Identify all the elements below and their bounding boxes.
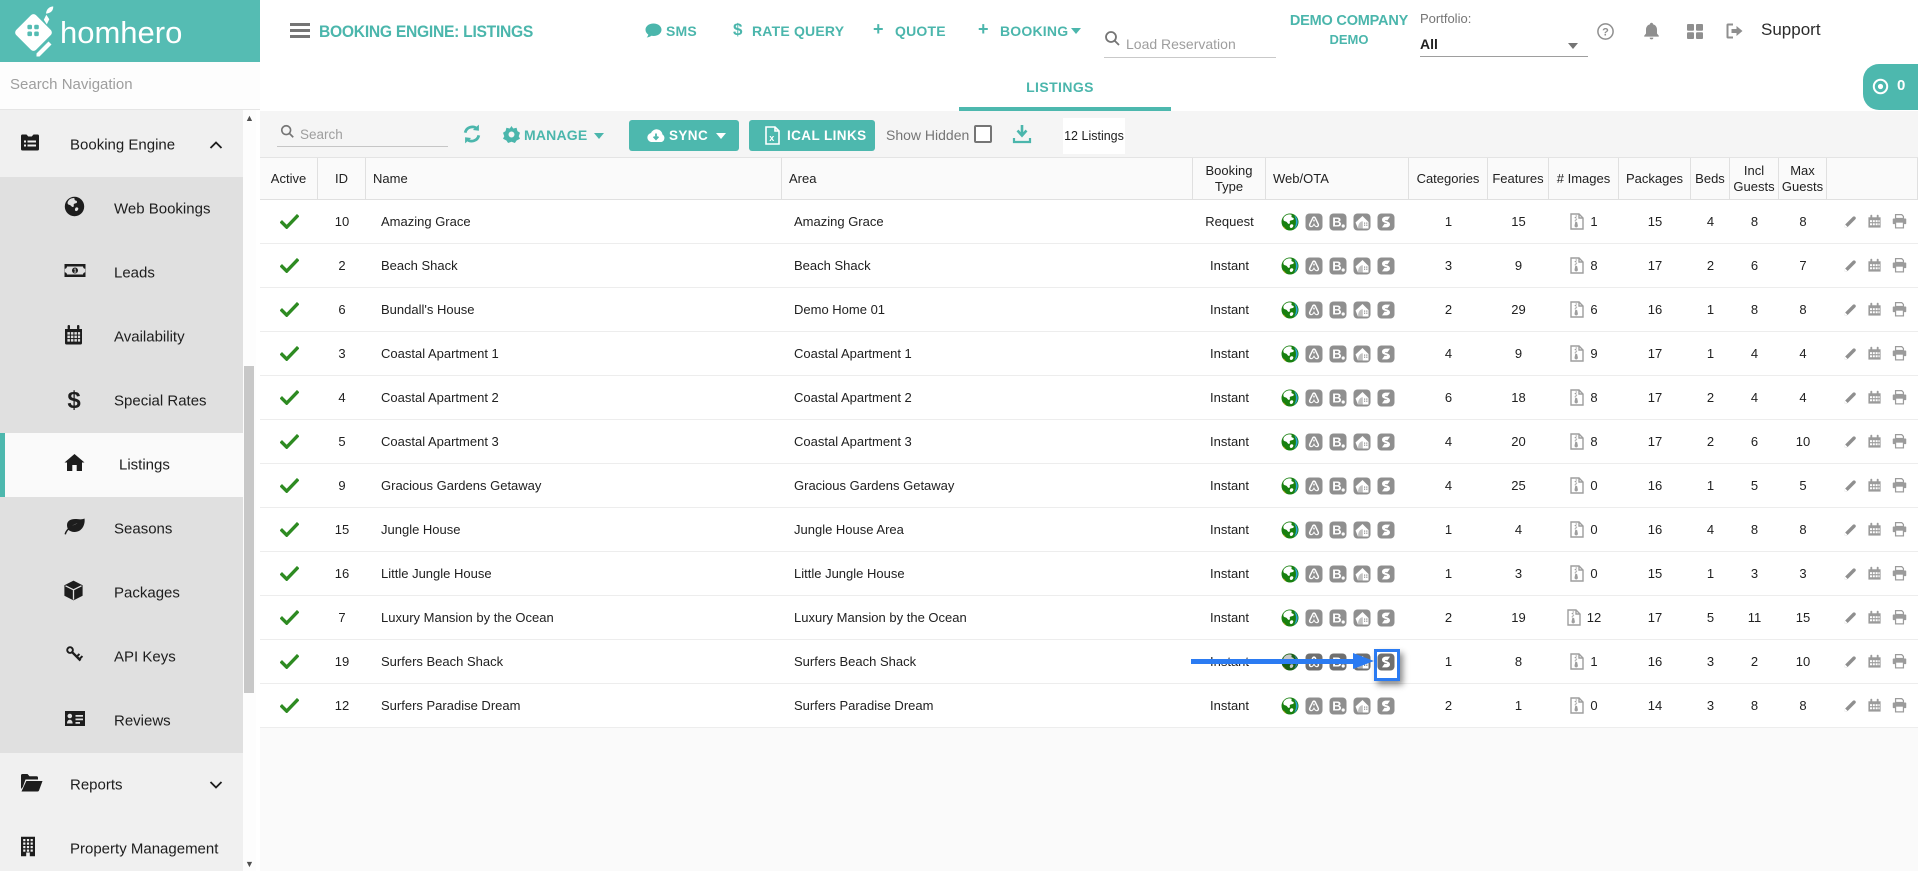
svg-text:1: 1: [73, 269, 76, 275]
svg-text:?: ?: [1602, 27, 1609, 39]
svg-text:x: x: [769, 133, 774, 143]
